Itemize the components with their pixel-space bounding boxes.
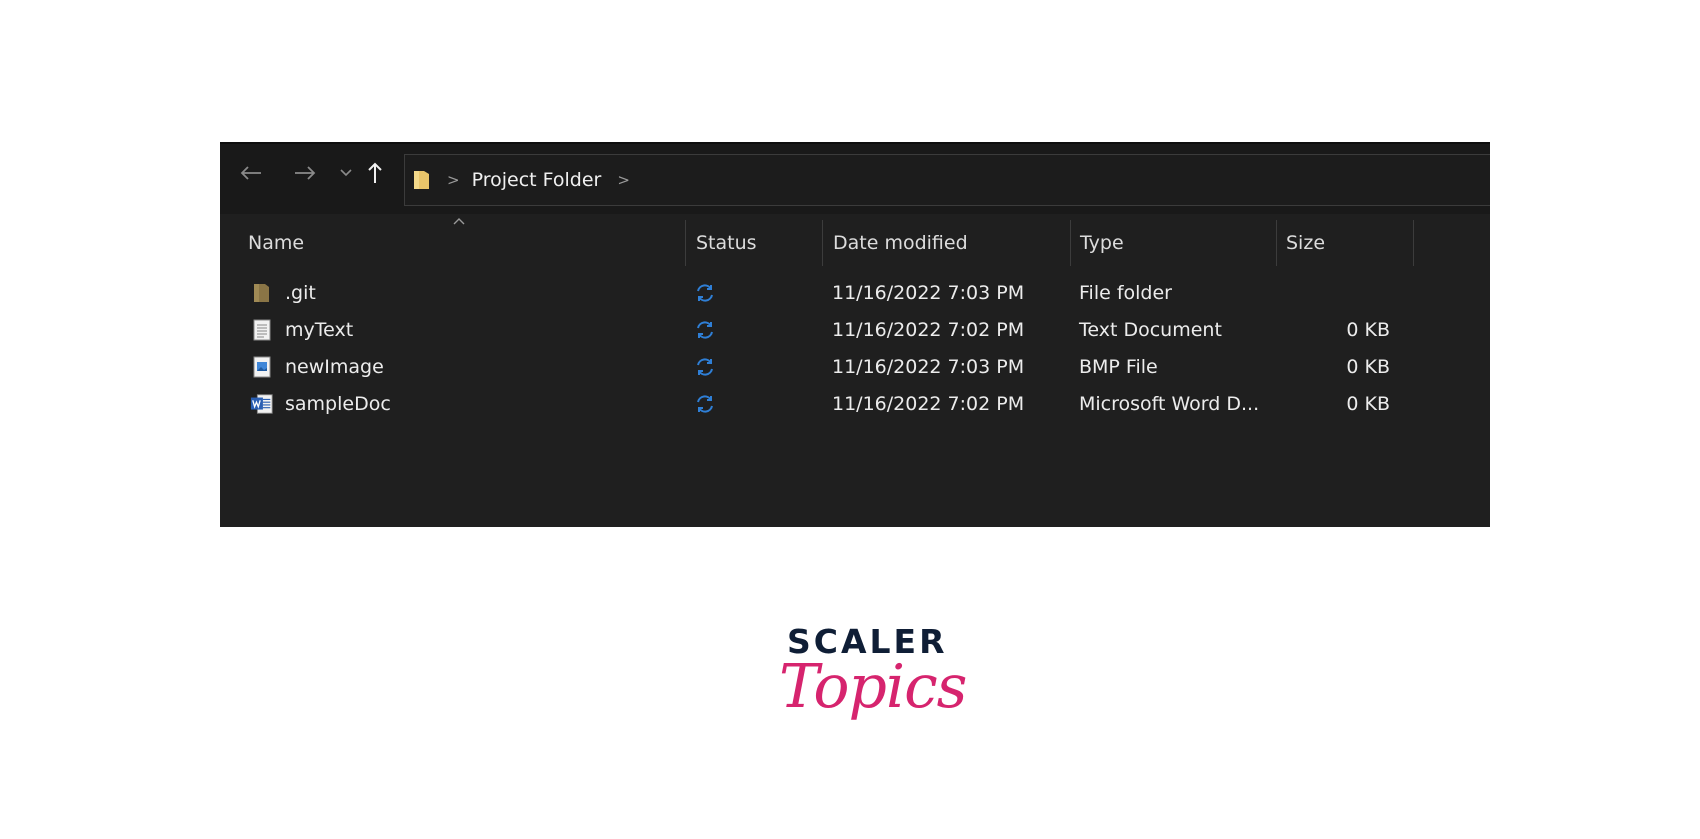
folder-icon [250, 274, 274, 311]
sync-icon [694, 274, 716, 311]
arrow-left-icon [240, 166, 261, 180]
file-type: File folder [1079, 281, 1172, 304]
file-explorer-window: > Project Folder > Name Status Date modi… [220, 142, 1490, 527]
recent-locations-button[interactable] [336, 158, 356, 188]
breadcrumb-separator[interactable]: > [617, 171, 630, 189]
file-type: Text Document [1079, 318, 1222, 341]
image-file-icon [250, 348, 274, 385]
file-size: 0 KB [1346, 318, 1390, 341]
list-item[interactable]: newImage 11/16/2022 7:03 PM BMP File 0 K… [220, 348, 1490, 385]
sync-icon [694, 311, 716, 348]
list-item[interactable]: .git 11/16/2022 7:03 PM File folder [220, 274, 1490, 311]
file-name: .git [285, 281, 316, 304]
back-button[interactable] [236, 158, 266, 188]
folder-icon [413, 169, 431, 191]
column-divider[interactable] [1070, 220, 1071, 266]
list-item[interactable]: myText 11/16/2022 7:02 PM Text Document … [220, 311, 1490, 348]
breadcrumb-project-folder[interactable]: Project Folder [472, 169, 602, 191]
file-date-modified: 11/16/2022 7:02 PM [832, 318, 1025, 341]
file-date-modified: 11/16/2022 7:03 PM [832, 281, 1025, 304]
file-name: myText [285, 318, 354, 341]
file-date-modified: 11/16/2022 7:03 PM [832, 355, 1025, 378]
file-list: .git 11/16/2022 7:03 PM File folder myTe… [220, 274, 1490, 422]
file-name: newImage [285, 355, 384, 378]
file-date-modified: 11/16/2022 7:02 PM [832, 392, 1025, 415]
column-divider[interactable] [1413, 220, 1414, 266]
column-divider[interactable] [685, 220, 686, 266]
file-size: 0 KB [1346, 355, 1390, 378]
word-file-icon [250, 385, 274, 422]
text-file-icon [250, 311, 274, 348]
file-size: 0 KB [1346, 392, 1390, 415]
column-header-size[interactable]: Size [1286, 216, 1325, 270]
column-divider[interactable] [1276, 220, 1277, 266]
column-header-name[interactable]: Name [248, 216, 304, 270]
column-divider[interactable] [822, 220, 823, 266]
file-type: BMP File [1079, 355, 1158, 378]
file-name: sampleDoc [285, 392, 391, 415]
file-size [1210, 274, 1390, 311]
sync-icon [694, 385, 716, 422]
column-header-type[interactable]: Type [1080, 216, 1124, 270]
logo-wordmark-bottom: Topics [779, 652, 967, 722]
address-bar[interactable]: > Project Folder > [404, 154, 1490, 206]
chevron-down-icon [340, 169, 352, 177]
arrow-right-icon [295, 166, 316, 180]
scaler-topics-logo: SCALER Topics [775, 622, 967, 752]
column-header-date-modified[interactable]: Date modified [833, 216, 968, 270]
column-header-status[interactable]: Status [696, 216, 757, 270]
sync-icon [694, 348, 716, 385]
column-header-row: Name Status Date modified Type Size [220, 216, 1490, 270]
list-item[interactable]: sampleDoc 11/16/2022 7:02 PM Microsoft W… [220, 385, 1490, 422]
arrow-up-icon [368, 162, 382, 183]
forward-button[interactable] [290, 158, 320, 188]
up-button[interactable] [362, 158, 388, 188]
navigation-bar: > Project Folder > [220, 144, 1490, 214]
breadcrumb-separator: > [447, 171, 460, 189]
